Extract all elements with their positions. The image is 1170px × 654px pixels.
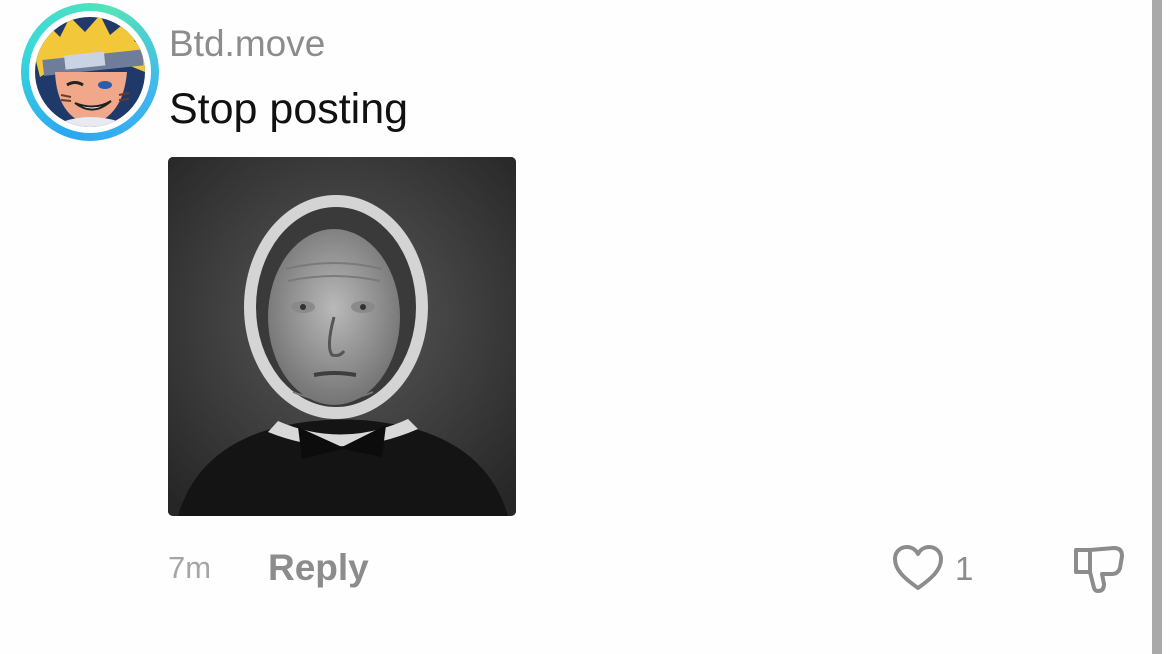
- scrollbar-gap: [1162, 0, 1170, 654]
- reply-button[interactable]: Reply: [268, 545, 369, 591]
- like-count: 1: [955, 550, 974, 587]
- scrollbar-edge: [1152, 0, 1162, 654]
- thumbs-down-icon[interactable]: [1070, 542, 1126, 594]
- comment-text: Stop posting: [169, 85, 409, 133]
- comment-timestamp: 7m: [168, 550, 212, 585]
- username[interactable]: Btd.move: [169, 22, 325, 66]
- avatar[interactable]: [21, 3, 159, 141]
- comment-image[interactable]: [168, 157, 516, 516]
- heart-icon[interactable]: [892, 544, 944, 592]
- avatar-image: [35, 17, 145, 127]
